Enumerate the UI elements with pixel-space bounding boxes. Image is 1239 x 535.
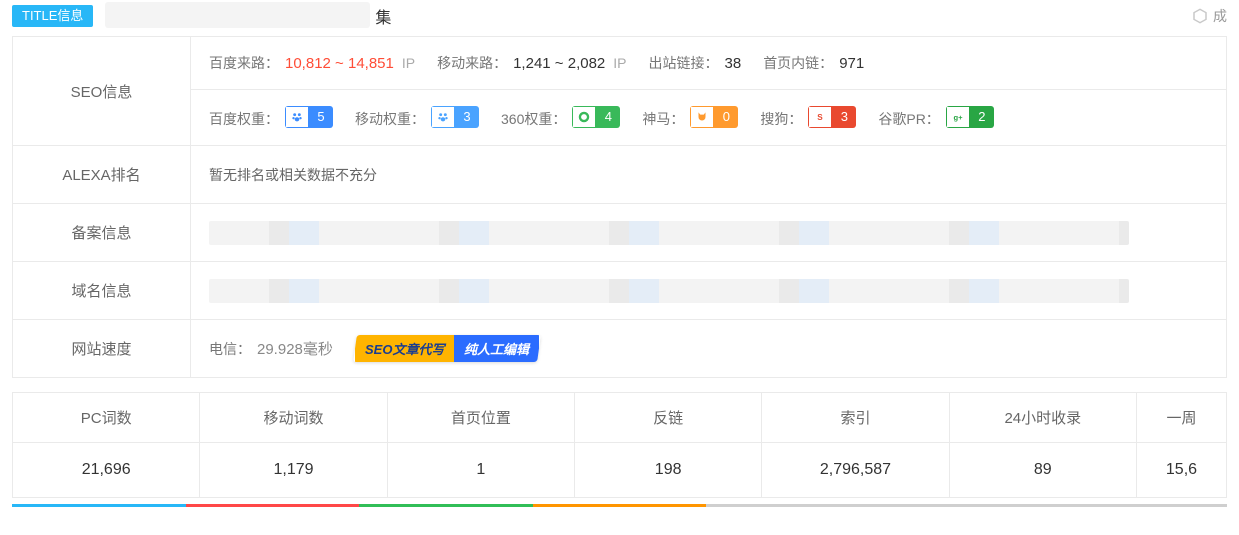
rank-number: 3	[832, 106, 856, 128]
accent-seg	[186, 504, 360, 507]
seo-ad-pill[interactable]: SEO文章代写 纯人工编辑	[353, 335, 541, 362]
rank-badge: 0	[690, 106, 738, 128]
row-label-seo: SEO信息	[13, 37, 191, 145]
rank-badge: 4	[572, 106, 620, 128]
row-domain: 域名信息	[13, 261, 1226, 319]
accent-seg	[880, 504, 1054, 507]
row-seo: SEO信息 百度来路： 10,812 ~ 14,851 IP 移动来路： 1,2…	[13, 37, 1226, 145]
row-label-beian: 备案信息	[13, 204, 191, 261]
info-table: SEO信息 百度来路： 10,812 ~ 14,851 IP 移动来路： 1,2…	[12, 36, 1227, 378]
row-label-domain: 域名信息	[13, 262, 191, 319]
row-speed: 网站速度 电信： 29.928毫秒 SEO文章代写 纯人工编辑	[13, 319, 1226, 377]
weight-ring[interactable]: 360权重： 4	[501, 106, 620, 129]
stat-col[interactable]: 反链198	[574, 393, 761, 497]
stat-value: 198	[575, 443, 761, 497]
accent-seg	[12, 504, 186, 507]
accent-seg	[1053, 504, 1227, 507]
metric-innerlinks: 首页内链： 971	[763, 53, 864, 73]
stat-col[interactable]: 索引2,796,587	[761, 393, 948, 497]
rank-badge: 3	[431, 106, 479, 128]
page-title: 集	[105, 4, 391, 28]
redacted-domain	[209, 279, 1129, 303]
stat-head: 首页位置	[388, 393, 574, 443]
rank-number: 3	[455, 106, 479, 128]
stat-value: 2,796,587	[762, 443, 948, 497]
stat-head: 移动词数	[200, 393, 386, 443]
paw-icon	[285, 106, 309, 128]
stat-head: PC词数	[13, 393, 199, 443]
weight-cat[interactable]: 神马： 0	[642, 106, 738, 129]
stat-col[interactable]: 移动词数1,179	[199, 393, 386, 497]
stat-head: 索引	[762, 393, 948, 443]
cube-icon	[1191, 7, 1209, 25]
title-badge: TITLE信息	[12, 5, 93, 27]
speed-ms: 29.928毫秒	[257, 338, 333, 359]
cat-icon	[690, 106, 714, 128]
title-suffix: 集	[375, 10, 391, 27]
stat-head: 24小时收录	[950, 393, 1136, 443]
weight-paw[interactable]: 百度权重： 5	[209, 106, 333, 129]
metric-baidu-traffic: 百度来路： 10,812 ~ 14,851 IP	[209, 53, 415, 73]
svg-text:S: S	[818, 113, 824, 122]
stat-col[interactable]: 一周15,6	[1136, 393, 1226, 497]
seo-weight-line: 百度权重：5移动权重：3360权重：4神马：0搜狗：S3谷歌PR：g+2	[191, 89, 1226, 145]
toolbar-right-label: 成	[1213, 6, 1227, 26]
title-row: TITLE信息 集 成	[0, 0, 1239, 36]
seo-pill-left: SEO文章代写	[355, 335, 454, 362]
alexa-value: 暂无排名或相关数据不充分	[191, 146, 1226, 203]
s-icon: S	[808, 106, 832, 128]
toolbar-right[interactable]: 成	[1191, 6, 1227, 26]
g-icon: g+	[946, 106, 970, 128]
rank-number: 4	[596, 106, 620, 128]
stat-col[interactable]: 24小时收录89	[949, 393, 1136, 497]
row-alexa: ALEXA排名 暂无排名或相关数据不充分	[13, 145, 1226, 203]
stat-value: 21,696	[13, 443, 199, 497]
domain-value	[191, 262, 1226, 319]
speed-prefix: 电信：	[209, 339, 251, 359]
stat-value: 1,179	[200, 443, 386, 497]
svg-text:g+: g+	[953, 113, 963, 122]
accent-seg	[533, 504, 707, 507]
stat-col[interactable]: 首页位置1	[387, 393, 574, 497]
metric-outlinks: 出站链接： 38	[649, 53, 742, 73]
weight-s[interactable]: 搜狗： S3	[760, 106, 856, 129]
row-label-alexa: ALEXA排名	[13, 146, 191, 203]
paw-icon	[431, 106, 455, 128]
weight-label: 搜狗：	[760, 109, 802, 129]
stat-value: 89	[950, 443, 1136, 497]
rank-number: 2	[970, 106, 994, 128]
stat-value: 1	[388, 443, 574, 497]
rank-badge: S3	[808, 106, 856, 128]
stat-col[interactable]: PC词数21,696	[13, 393, 199, 497]
accent-bar	[12, 504, 1227, 507]
beian-value	[191, 204, 1226, 261]
rank-number: 5	[309, 106, 333, 128]
accent-seg	[706, 504, 880, 507]
rank-number: 0	[714, 106, 738, 128]
seo-pill-right: 纯人工编辑	[454, 335, 539, 362]
redacted-title	[105, 2, 370, 28]
seo-traffic-line: 百度来路： 10,812 ~ 14,851 IP 移动来路： 1,241 ~ 2…	[191, 37, 1226, 89]
weight-paw[interactable]: 移动权重： 3	[355, 106, 479, 129]
rank-badge: 5	[285, 106, 333, 128]
weight-label: 移动权重：	[355, 109, 425, 129]
weight-label: 360权重：	[501, 109, 566, 129]
weight-label: 谷歌PR：	[878, 109, 939, 129]
row-label-speed: 网站速度	[13, 320, 191, 377]
weight-label: 百度权重：	[209, 109, 279, 129]
metric-mobile-traffic: 移动来路： 1,241 ~ 2,082 IP	[437, 53, 626, 73]
stat-head: 反链	[575, 393, 761, 443]
row-beian: 备案信息	[13, 203, 1226, 261]
ring-icon	[572, 106, 596, 128]
accent-seg	[359, 504, 533, 507]
stat-head: 一周	[1137, 393, 1226, 443]
stats-table: PC词数21,696移动词数1,179首页位置1反链198索引2,796,587…	[12, 392, 1227, 498]
redacted-beian	[209, 221, 1129, 245]
weight-g[interactable]: 谷歌PR： g+ 2	[878, 106, 993, 129]
speed-value: 电信： 29.928毫秒 SEO文章代写 纯人工编辑	[191, 320, 1226, 377]
stat-value: 15,6	[1137, 443, 1226, 497]
rank-badge: g+ 2	[946, 106, 994, 128]
weight-label: 神马：	[642, 109, 684, 129]
